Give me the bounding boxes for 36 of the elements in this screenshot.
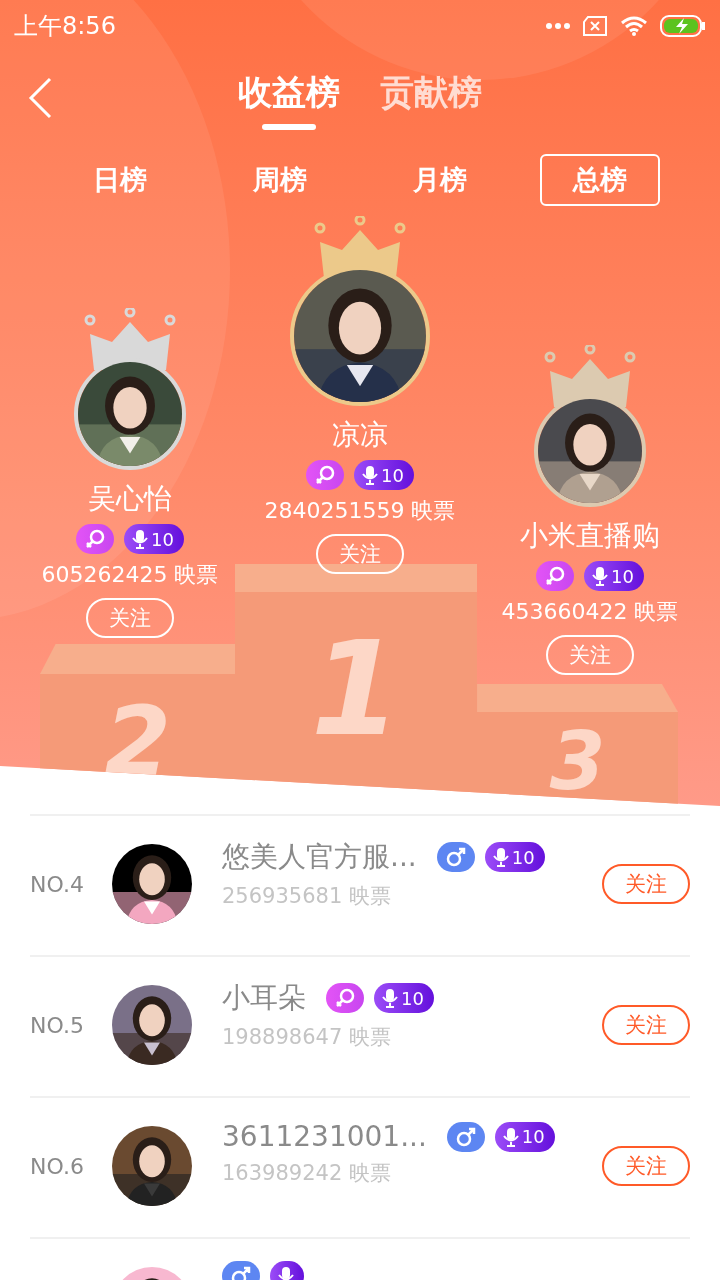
status-time: 上午8:56	[14, 11, 116, 42]
level-badge: 10	[494, 1121, 555, 1152]
vote-count: 256935681 映票	[222, 883, 392, 910]
period-tab[interactable]: 月榜	[380, 154, 500, 206]
user-name: 凉凉	[332, 417, 388, 453]
level-badge: 10	[374, 983, 434, 1013]
user-name: 悠美人官方服...	[222, 839, 417, 875]
level-badge: 10	[354, 460, 414, 490]
level-badge: 10	[124, 524, 184, 554]
user-name: 小米直播购	[520, 518, 660, 554]
vote-count: 198898647 映票	[222, 1024, 392, 1051]
period-tab[interactable]: 总榜	[540, 154, 660, 206]
user-name: 3611231001...	[222, 1120, 427, 1153]
follow-button[interactable]: 关注	[602, 1005, 690, 1045]
rank-label: NO.5	[30, 1013, 85, 1038]
vote-count: 2840251559 映票	[264, 497, 456, 525]
user-name: 吴心怡	[88, 481, 172, 517]
period-tab[interactable]: 日榜	[60, 154, 180, 206]
period-tab[interactable]: 周榜	[220, 154, 340, 206]
ranking-tab[interactable]: 收益榜	[238, 69, 340, 131]
ranking-tab[interactable]: 贡献榜	[380, 69, 482, 131]
rank-label: NO.6	[30, 1154, 85, 1179]
podium-number: 2	[104, 694, 171, 800]
follow-button[interactable]: 关注	[602, 1146, 690, 1186]
rank-label: NO.4	[30, 872, 85, 897]
follow-button[interactable]: 关注	[86, 598, 174, 638]
vote-count: 453660422 映票	[501, 598, 679, 626]
podium-number: 3	[549, 722, 606, 806]
follow-button[interactable]: 关注	[602, 864, 690, 904]
podium-number: 1	[310, 624, 402, 767]
level-badge: 10	[484, 842, 545, 872]
follow-button[interactable]: 关注	[546, 635, 634, 675]
user-name: 小耳朵	[222, 980, 306, 1016]
vote-count: 605262425 映票	[41, 561, 219, 589]
level-badge: 10	[584, 561, 644, 591]
vote-count: 163989242 映票	[222, 1160, 392, 1187]
